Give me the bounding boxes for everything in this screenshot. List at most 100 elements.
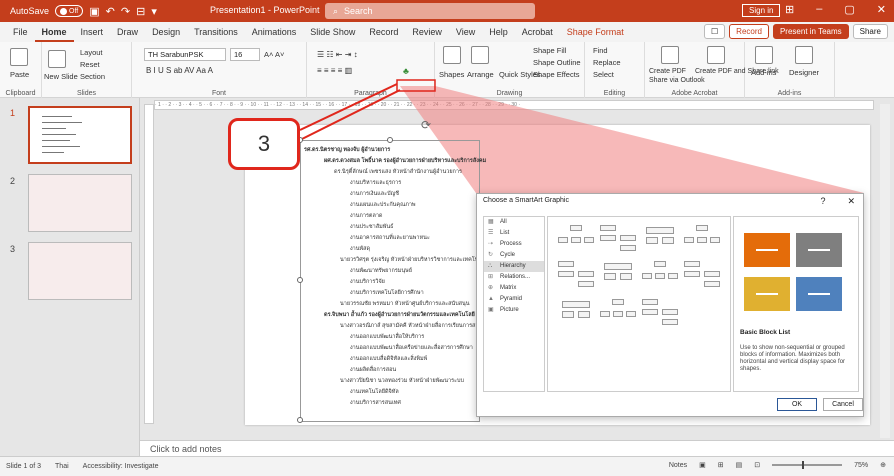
org-text-line: งานออกแบบสื่อดิจิทัลและสิ่งพิมพ์ (350, 356, 428, 362)
step-callout: 3 (228, 118, 300, 170)
accessibility-status[interactable]: Accessibility: Investigate (83, 463, 159, 470)
category-label: List (500, 230, 510, 236)
picture-icon: ▣ (488, 307, 494, 313)
category-list-item[interactable]: ☰ List (484, 228, 544, 239)
step-number: 3 (257, 131, 271, 156)
dialog-close-icon[interactable]: ✕ (847, 194, 855, 208)
cancel-button[interactable]: Cancel (823, 398, 863, 411)
matrix-icon: ⊕ (488, 285, 494, 291)
hierarchy-layout-option[interactable] (640, 223, 680, 255)
hierarchy-layout-option[interactable] (682, 259, 722, 291)
smartart-dialog: Choose a SmartArt Graphic ? ✕ ▦ All ☰ List… (476, 193, 864, 417)
dialog-titlebar: Choose a SmartArt Graphic ? ✕ (477, 194, 863, 208)
org-text-line: ดร.จิบพนา อ้ำแก้ว รองผู้อำนวยการฝ่ายนวัต… (324, 312, 475, 318)
layout-gallery (547, 216, 731, 392)
help-button[interactable]: ? (820, 194, 825, 208)
layout-shape (571, 237, 581, 243)
layout-shape (620, 273, 632, 280)
slideshow-icon[interactable]: ⊡ (754, 461, 760, 469)
slide-sorter-icon[interactable]: ⊞ (718, 461, 724, 469)
zoom-slider[interactable] (772, 461, 843, 469)
category-all[interactable]: ▦ All (484, 217, 544, 228)
zoom-level[interactable]: 75% (854, 462, 868, 469)
org-text-line: นายวรวิศรุต รุ่งเจริญ หัวหน้าฝ่ายบริหารว… (340, 257, 489, 263)
preview-block (796, 277, 842, 311)
hierarchy-layout-option[interactable] (556, 297, 596, 329)
resize-handle[interactable] (387, 137, 393, 143)
notes-pane[interactable]: Click to add notes (140, 440, 894, 456)
list-icon: ☰ (488, 230, 494, 236)
layout-shape (578, 281, 594, 287)
hierarchy-icon: ⛬ (488, 263, 493, 269)
org-text-line: งานออกแบบพัฒนาสื่อเครือข่ายและสื่อสารการ… (350, 345, 473, 351)
hierarchy-layout-option[interactable] (598, 297, 638, 329)
org-text-line: รศ.ดร.นิตรชาญ ทองจับ ผู้อำนวยการ (304, 147, 391, 153)
category-label: Pyramid (500, 296, 523, 302)
org-text-line: นางสาวปิยนิชา นวลทองร่วม หัวหน้าฝ่ายพัฒน… (340, 378, 464, 384)
status-bar: Slide 1 of 3 Thai Accessibility: Investi… (0, 456, 894, 476)
process-icon: ⇢ (488, 241, 494, 247)
preview-block (744, 233, 790, 267)
category-process[interactable]: ⇢ Process (484, 239, 544, 250)
layout-shape (662, 319, 678, 325)
hierarchy-layout-option[interactable] (598, 223, 638, 255)
cycle-icon: ↻ (488, 252, 494, 258)
vertical-scrollbar[interactable] (880, 104, 890, 438)
category-pyramid[interactable]: ▲ Pyramid (484, 294, 544, 305)
notes-toggle[interactable]: Notes (669, 462, 687, 469)
org-text-line: ดร.นิรุติ์ลักษณ์ เพชรแสง หัวหน้าสำนักงาน… (334, 169, 462, 175)
resize-handle[interactable] (297, 417, 303, 423)
org-text-line: งานแผนและประกันคุณภาพ (350, 202, 416, 208)
layout-preview: Basic Block List Use to show non-sequent… (733, 216, 859, 392)
layout-shape (558, 271, 574, 277)
preview-description: Use to show non-sequential or grouped bl… (740, 345, 846, 372)
layout-shape (684, 271, 700, 277)
category-hierarchy[interactable]: ⛬ Hierarchy (484, 261, 544, 272)
rotate-handle-icon[interactable]: ⟳ (421, 118, 431, 132)
hierarchy-layout-option[interactable] (640, 297, 680, 329)
org-text-line: งานออกแบบพัฒนาสื่อให้บริการ (350, 334, 425, 340)
org-text-line: นายวรรณชัย พรหมมา หัวหน้าศูนย์บริการและส… (340, 301, 470, 307)
layout-shape (578, 311, 590, 318)
category-cycle[interactable]: ↻ Cycle (484, 250, 544, 261)
resize-handle[interactable] (297, 277, 303, 283)
hierarchy-layout-option[interactable] (598, 259, 638, 291)
layout-shape (570, 225, 582, 231)
reading-view-icon[interactable]: ▤ (736, 461, 743, 469)
layout-shape (654, 261, 666, 267)
preview-block (796, 233, 842, 267)
hierarchy-layout-option[interactable] (556, 259, 596, 291)
hierarchy-layout-option[interactable] (640, 259, 680, 291)
hierarchy-layout-option[interactable] (556, 223, 596, 255)
org-text-line: นางสาวอรณิภาส์ สุขสามัคคี หัวหน้าฝ่ายสื่… (340, 323, 483, 329)
category-matrix[interactable]: ⊕ Matrix (484, 283, 544, 294)
layout-shape (697, 237, 707, 243)
org-text-line: งานอาคารสถานที่และยานพาหนะ (350, 235, 430, 241)
category-label: Relations... (500, 274, 531, 280)
org-text-line: งานพัฒนาทรัพยากรมนุษย์ (350, 268, 413, 274)
category-picture[interactable]: ▣ Picture (484, 305, 544, 316)
category-label: Matrix (500, 285, 517, 291)
layout-shape (642, 273, 652, 279)
fit-slide-icon[interactable]: ⊕ (880, 461, 886, 469)
layout-shape (562, 311, 574, 318)
category-relationship[interactable]: ⊞ Relations... (484, 272, 544, 283)
layout-shape (668, 273, 678, 279)
layout-shape (704, 281, 720, 287)
category-label: Hierarchy (500, 263, 526, 269)
org-text-line: งานบริการเทคโนโลยีการศึกษา (350, 290, 424, 296)
layout-shape (710, 237, 720, 243)
normal-view-icon[interactable]: ▣ (699, 461, 706, 469)
pyramid-icon: ▲ (488, 296, 494, 302)
org-text-line: งานบริการวิจัย (350, 279, 385, 285)
ok-button[interactable]: OK (777, 398, 817, 411)
layout-shape (646, 227, 674, 234)
org-text-line: งานบริหารและธุรการ (350, 180, 402, 186)
layout-shape (646, 237, 658, 244)
hierarchy-layout-option[interactable] (682, 223, 722, 255)
layout-shape (684, 261, 700, 267)
all-icon: ▦ (488, 219, 494, 225)
layout-shape (626, 311, 636, 317)
language-indicator[interactable]: Thai (55, 463, 69, 470)
layout-shape (662, 237, 674, 244)
